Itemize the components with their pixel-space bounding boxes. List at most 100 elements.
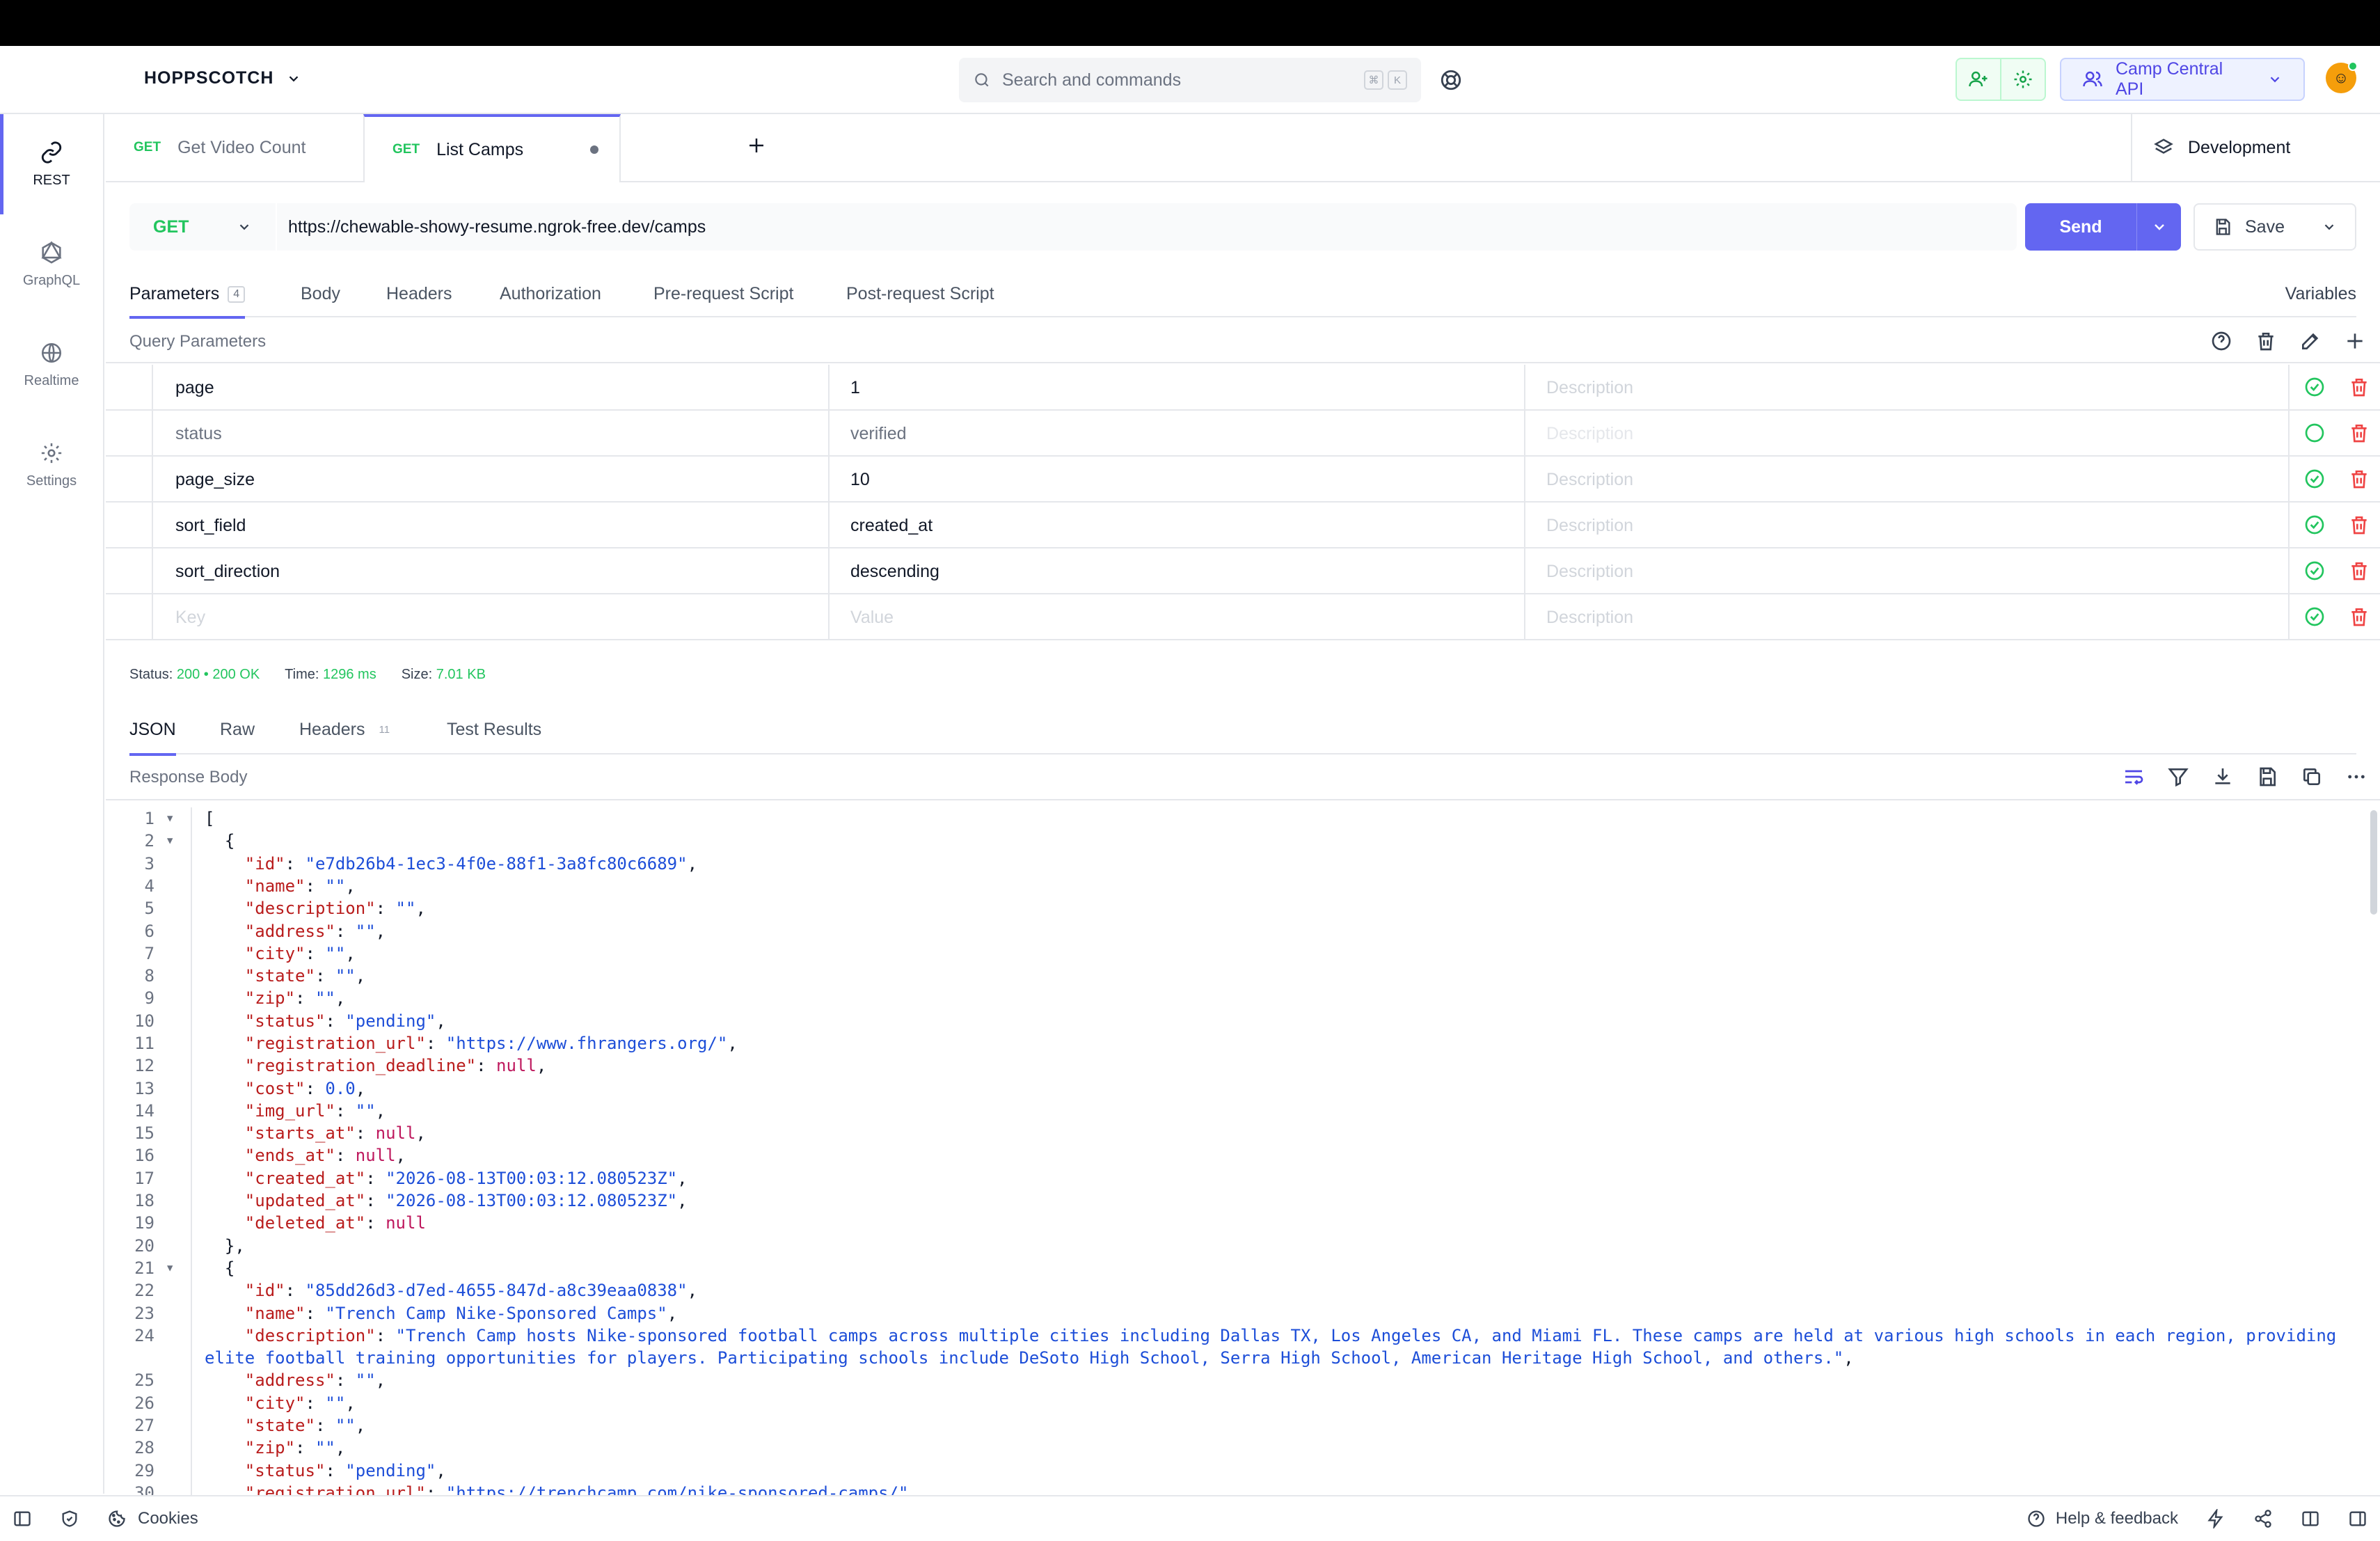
sidebar-item-settings[interactable]: Settings	[0, 415, 103, 515]
tab-test-results[interactable]: Test Results	[447, 720, 541, 740]
help-icon[interactable]	[2210, 330, 2232, 352]
param-description[interactable]: Description	[1546, 470, 1633, 490]
avatar[interactable]: ☺	[2326, 61, 2358, 93]
send-options-button[interactable]	[2136, 203, 2181, 251]
method-select[interactable]: GET	[129, 203, 276, 251]
drag-handle[interactable]	[106, 503, 153, 547]
param-key-placeholder[interactable]: Key	[175, 608, 205, 628]
search-bar[interactable]: Search and commands ⌘ K	[959, 58, 1421, 102]
scrollbar[interactable]	[2366, 807, 2380, 1495]
tab-pre-request-script[interactable]: Pre-request Script	[653, 284, 793, 304]
filter-icon[interactable]	[2167, 766, 2189, 788]
url-input[interactable]: https://chewable-showy-resume.ngrok-free…	[277, 203, 2017, 251]
edit-icon[interactable]	[2299, 330, 2322, 352]
code-token: ,	[345, 876, 356, 896]
chevron-down-icon[interactable]	[2322, 219, 2337, 235]
param-key[interactable]: page	[175, 378, 214, 398]
send-button[interactable]: Send	[2025, 203, 2181, 251]
check-circle-icon[interactable]	[2303, 514, 2326, 536]
trash-icon[interactable]	[2348, 376, 2370, 398]
invite-user-icon[interactable]	[1957, 59, 2000, 100]
tab-json[interactable]: JSON	[129, 720, 176, 756]
sidebar-toggle-icon[interactable]	[13, 1509, 32, 1528]
param-value[interactable]: 10	[850, 470, 870, 490]
tab-post-request-script[interactable]: Post-request Script	[846, 284, 994, 304]
trash-icon[interactable]	[2348, 514, 2370, 536]
sidebar-item-graphql[interactable]: GraphQL	[0, 214, 103, 315]
tab-get-video-count[interactable]: GET Get Video Count	[106, 114, 363, 181]
sidebar-item-rest[interactable]: REST	[0, 114, 103, 214]
param-description[interactable]: Description	[1546, 608, 1633, 628]
save-icon[interactable]	[2256, 766, 2278, 788]
drag-handle[interactable]	[106, 411, 153, 455]
trash-icon[interactable]	[2348, 606, 2370, 628]
split-layout-icon[interactable]	[2301, 1509, 2320, 1528]
check-circle-icon[interactable]	[2303, 468, 2326, 490]
tab-variables[interactable]: Variables	[2285, 284, 2356, 304]
trash-icon[interactable]	[2348, 560, 2370, 582]
environment-selector[interactable]: Development	[2131, 114, 2380, 181]
code-token: "https://trenchcamp.com/nike-sponsored-c…	[445, 1483, 909, 1495]
plus-icon[interactable]	[2344, 330, 2366, 352]
drag-handle[interactable]	[106, 457, 153, 501]
save-button[interactable]: Save	[2193, 203, 2356, 251]
tab-parameters[interactable]: Parameters 4	[129, 284, 246, 319]
check-circle-icon[interactable]	[2303, 376, 2326, 398]
copy-icon[interactable]	[2301, 766, 2323, 788]
json-viewer[interactable]: 1 ▼ [2 ▼ {3 "id": "e7db26b4-1ec3-4f0e-88f1-…	[106, 807, 2380, 1495]
new-tab-button[interactable]	[746, 135, 767, 156]
param-value[interactable]: 1	[850, 378, 860, 398]
param-key[interactable]: page_size	[175, 470, 255, 490]
param-key[interactable]: status	[175, 424, 222, 444]
code-text: "description": "Trench Camp hosts Nike-s…	[205, 1325, 2336, 1347]
line-number: 18	[134, 1191, 154, 1210]
check-circle-icon[interactable]	[2303, 606, 2326, 628]
tab-body[interactable]: Body	[301, 284, 340, 304]
line-number: 14	[134, 1101, 154, 1121]
tab-headers[interactable]: Headers	[386, 284, 452, 304]
size-info: Size: 7.01 KB	[402, 667, 486, 683]
sidebar-item-realtime[interactable]: Realtime	[0, 315, 103, 415]
workspace-selector[interactable]: Camp Central API	[2060, 58, 2305, 101]
tab-response-headers[interactable]: Headers 11	[299, 720, 390, 740]
tab-list-camps[interactable]: GET List Camps	[363, 114, 621, 182]
cookies-button[interactable]: Cookies	[107, 1509, 198, 1528]
param-description[interactable]: Description	[1546, 562, 1633, 582]
tab-raw[interactable]: Raw	[220, 720, 255, 740]
code-line: 20 },	[106, 1235, 2367, 1257]
drag-handle[interactable]	[106, 548, 153, 593]
param-key[interactable]: sort_field	[175, 516, 246, 536]
wrap-lines-icon[interactable]	[2123, 766, 2145, 788]
param-value[interactable]: verified	[850, 424, 907, 444]
trash-icon[interactable]	[2255, 330, 2277, 352]
circle-icon[interactable]	[2303, 422, 2326, 444]
trash-icon[interactable]	[2348, 468, 2370, 490]
scrollbar-thumb[interactable]	[2370, 810, 2377, 915]
tab-authorization[interactable]: Authorization	[500, 284, 601, 304]
param-key[interactable]: sort_direction	[175, 562, 280, 582]
help-feedback-button[interactable]: Help & feedback	[2026, 1509, 2178, 1528]
param-value[interactable]: descending	[850, 562, 939, 582]
share-icon[interactable]	[2253, 1509, 2273, 1528]
fold-toggle-icon[interactable]: ▼	[167, 807, 173, 830]
param-value[interactable]: created_at	[850, 516, 933, 536]
more-icon[interactable]	[2345, 766, 2367, 788]
lifebuoy-icon[interactable]	[1439, 68, 1463, 92]
drag-handle[interactable]	[106, 365, 153, 409]
param-description[interactable]: Description	[1546, 516, 1633, 536]
shield-check-icon[interactable]	[60, 1509, 79, 1528]
fold-toggle-icon[interactable]: ▼	[167, 830, 173, 852]
check-circle-icon[interactable]	[2303, 560, 2326, 582]
param-value-placeholder[interactable]: Value	[850, 608, 894, 628]
workspace-switcher[interactable]: HOPPSCOTCH	[144, 68, 301, 88]
param-description[interactable]: Description	[1546, 378, 1633, 398]
workspace-settings-icon[interactable]	[2000, 59, 2045, 100]
panel-right-icon[interactable]	[2348, 1509, 2367, 1528]
lightning-icon[interactable]	[2206, 1509, 2226, 1528]
param-description[interactable]: Description	[1546, 424, 1633, 444]
fold-toggle-icon[interactable]: ▼	[167, 1257, 173, 1279]
code-line: 9 "zip": "",	[106, 987, 2367, 1009]
code-token: ,	[355, 1416, 366, 1435]
trash-icon[interactable]	[2348, 422, 2370, 444]
download-icon[interactable]	[2212, 766, 2234, 788]
